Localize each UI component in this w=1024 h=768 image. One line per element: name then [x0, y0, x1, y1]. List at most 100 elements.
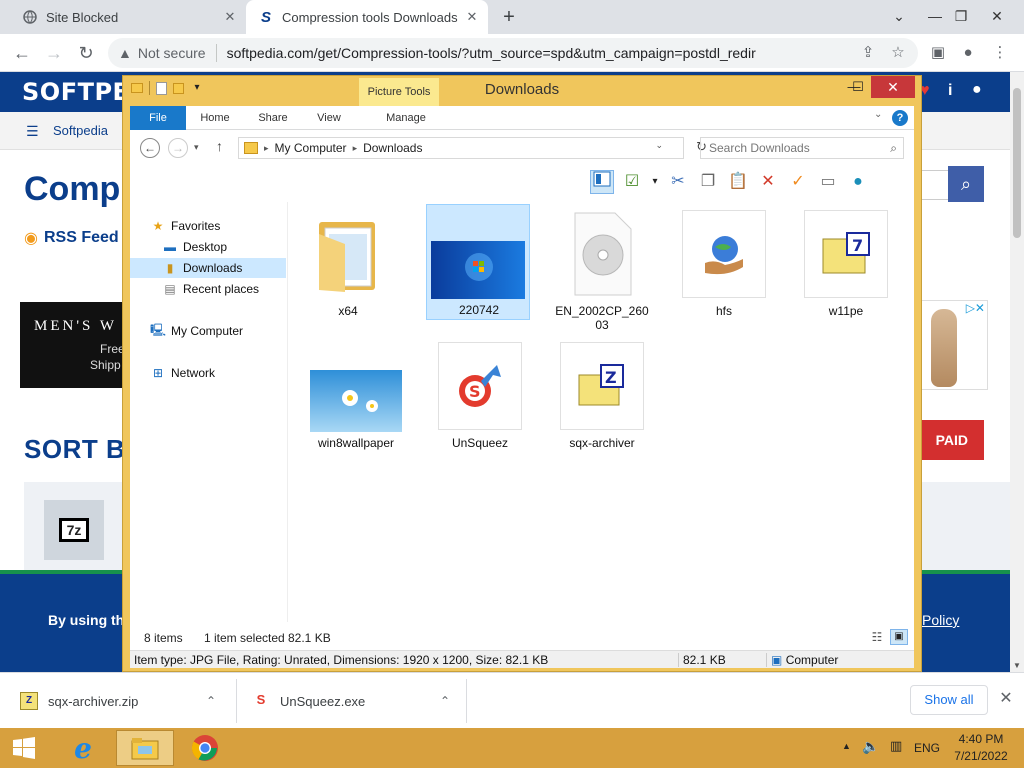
file-item-x64[interactable]: x64 — [298, 206, 398, 326]
expand-ribbon-icon[interactable]: ⌄ — [874, 109, 882, 120]
nav-desktop[interactable]: ▬ Desktop — [130, 237, 286, 257]
nav-my-computer[interactable]: 🖳 My Computer — [130, 321, 286, 341]
file-item-220742[interactable]: 220742 — [426, 204, 530, 320]
up-arrow-icon[interactable]: ↑ — [216, 138, 223, 154]
warning-icon[interactable]: ▲ — [118, 45, 132, 61]
network-icon[interactable]: ▥ — [890, 738, 902, 754]
search-input[interactable]: Search Downloads ⌕ — [700, 137, 904, 159]
file-item-unsqueez[interactable]: S UnSqueez — [430, 338, 530, 458]
internet-explorer-taskbar-button[interactable]: e — [54, 730, 112, 766]
address-box[interactable]: ▸ My Computer ▸ Downloads ⌄ ↻ — [238, 137, 707, 159]
dropdown-icon[interactable]: ▾ — [650, 170, 660, 194]
file-item-w11pe[interactable]: 7 w11pe — [796, 206, 896, 326]
clock-date[interactable]: 7/21/2022 — [950, 749, 1012, 763]
rss-feed-link[interactable]: ◉ RSS Feed — [24, 228, 119, 248]
nav-recent-places[interactable]: ▤ Recent places — [130, 279, 286, 299]
nav-downloads[interactable]: ▮ Downloads — [130, 258, 286, 278]
clock-time[interactable]: 4:40 PM — [950, 732, 1012, 746]
tab-compression-tools[interactable]: S Compression tools Downloads ✕ — [246, 0, 488, 34]
forward-arrow-icon[interactable]: → — [168, 138, 188, 158]
close-tab-icon[interactable]: ✕ — [222, 9, 238, 25]
nav-network[interactable]: ⊞ Network — [130, 363, 286, 383]
adchoices-icon[interactable]: ▷✕ — [966, 301, 985, 315]
chevron-up-icon[interactable]: ⌃ — [206, 694, 216, 708]
file-item-hfs[interactable]: hfs — [674, 206, 774, 326]
advertisement[interactable]: MEN'S W Free Shipp — [20, 302, 130, 388]
side-panel-icon[interactable]: ▣ — [928, 43, 948, 63]
profile-icon[interactable]: ● — [958, 43, 978, 63]
language-indicator[interactable]: ENG — [914, 741, 940, 755]
softpedia-logo[interactable]: SOFTPE — [22, 78, 129, 106]
start-button[interactable] — [0, 730, 48, 766]
rss-icon: ◉ — [24, 230, 38, 247]
explorer-title-bar[interactable]: ▾ Picture Tools Downloads — ☐ ✕ — [123, 76, 921, 106]
minimize-button[interactable]: — — [922, 4, 948, 28]
user-icon[interactable]: ● — [972, 81, 982, 99]
nav-favorites[interactable]: ★ Favorites — [130, 216, 286, 236]
speaker-muted-icon[interactable]: 🔈 — [862, 738, 879, 755]
file-item-en-2002cp[interactable]: EN_2002CP_26003 — [552, 206, 652, 332]
url-text[interactable]: softpedia.com/get/Compression-tools/?utm… — [227, 45, 756, 61]
forward-arrow-icon[interactable]: → — [42, 41, 66, 65]
hamburger-menu-icon[interactable]: ☰ — [26, 123, 39, 140]
breadcrumb[interactable]: Softpedia — [53, 123, 108, 138]
paste-icon[interactable]: 📋 — [726, 170, 750, 194]
show-all-button[interactable]: Show all — [910, 685, 988, 715]
tab-site-blocked[interactable]: Site Blocked ✕ — [12, 0, 246, 34]
paid-filter-button[interactable]: PAID — [922, 420, 984, 460]
breadcrumb-arrow-icon[interactable]: ▸ — [353, 143, 358, 154]
details-view-icon[interactable]: ☷ — [868, 629, 886, 645]
chevron-down-icon[interactable]: ⌄ — [655, 140, 663, 151]
help-icon[interactable]: ? — [892, 110, 908, 126]
reload-icon[interactable]: ↻ — [74, 41, 98, 65]
new-tab-button[interactable]: + — [498, 6, 520, 28]
breadcrumb-arrow-icon[interactable]: ▸ — [264, 143, 269, 154]
recent-locations-icon[interactable]: ▾ — [194, 142, 199, 153]
maximize-button[interactable]: ☐ — [845, 76, 871, 98]
file-item-sqx-archiver[interactable]: Z sqx-archiver — [552, 338, 652, 458]
rename-icon[interactable]: ▭ — [816, 170, 840, 194]
show-hidden-icons-icon[interactable]: ▲ — [842, 741, 851, 751]
chevron-up-icon[interactable]: ⌃ — [440, 694, 450, 708]
close-window-button[interactable]: ✕ — [984, 4, 1010, 28]
checkmark-icon[interactable]: ✓ — [786, 170, 810, 194]
ribbon-tab-manage[interactable]: Manage — [366, 106, 446, 130]
copy-icon[interactable]: ❐ — [696, 170, 720, 194]
breadcrumb-downloads[interactable]: Downloads — [363, 141, 422, 155]
close-button[interactable]: ✕ — [871, 76, 915, 98]
preview-pane-icon[interactable] — [590, 170, 614, 194]
scrollbar-thumb[interactable] — [1013, 88, 1021, 238]
advertisement-shoe[interactable]: ▷✕ — [920, 300, 988, 390]
globe-icon[interactable]: ● — [846, 170, 870, 194]
menu-kebab-icon[interactable]: ⋮ — [990, 43, 1010, 63]
ribbon-tab-share[interactable]: Share — [250, 106, 296, 130]
breadcrumb-my-computer[interactable]: My Computer — [275, 141, 347, 155]
back-arrow-icon[interactable]: ← — [10, 41, 34, 65]
close-tab-icon[interactable]: ✕ — [464, 9, 480, 25]
ribbon-tab-view[interactable]: View — [306, 106, 352, 130]
search-icon[interactable]: ⌕ — [948, 166, 984, 202]
info-icon[interactable]: i — [948, 82, 952, 100]
share-icon[interactable]: ⇪ — [858, 43, 878, 63]
large-icons-view-icon[interactable]: ▣ — [890, 629, 908, 645]
download-item[interactable]: Z sqx-archiver.zip ⌃ — [20, 687, 236, 715]
close-icon[interactable]: ✕ — [996, 689, 1016, 709]
privacy-policy-link[interactable]: Policy — [922, 612, 959, 628]
file-item-win8wallpaper[interactable]: win8wallpaper — [306, 338, 406, 458]
page-scrollbar[interactable]: ▼ — [1010, 72, 1024, 672]
file-explorer-taskbar-button[interactable] — [116, 730, 174, 766]
ribbon-tab-home[interactable]: Home — [190, 106, 240, 130]
delete-icon[interactable]: ✕ — [756, 170, 780, 194]
bookmark-star-icon[interactable]: ☆ — [888, 43, 908, 63]
scroll-down-arrow-icon[interactable]: ▼ — [1013, 661, 1021, 670]
tab-search-icon[interactable]: ⌄ — [886, 4, 912, 28]
download-item[interactable]: S UnSqueez.exe ⌃ — [252, 687, 466, 715]
address-bar[interactable]: ▲ Not secure softpedia.com/get/Compressi… — [108, 38, 918, 68]
properties-check-icon[interactable]: ☑ — [620, 170, 644, 194]
back-arrow-icon[interactable]: ← — [140, 138, 160, 158]
cut-icon[interactable]: ✂ — [666, 170, 690, 194]
ribbon-tab-file[interactable]: File — [130, 106, 186, 130]
chrome-taskbar-button[interactable] — [176, 730, 234, 766]
site-search-input[interactable] — [920, 170, 950, 200]
restore-button[interactable]: ❐ — [948, 4, 974, 28]
